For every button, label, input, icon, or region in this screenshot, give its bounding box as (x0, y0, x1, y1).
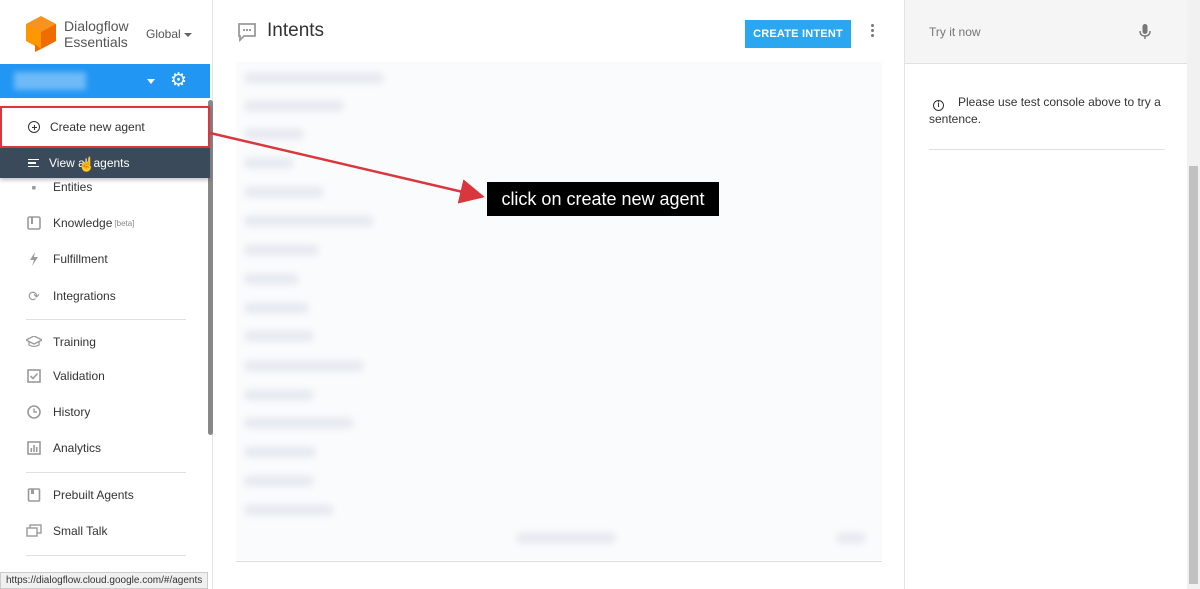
annotation-arrow (209, 131, 485, 204)
status-bar-url: https://dialogflow.cloud.google.com/#/ag… (0, 572, 209, 589)
annotation-tooltip: click on create new agent (487, 182, 719, 216)
